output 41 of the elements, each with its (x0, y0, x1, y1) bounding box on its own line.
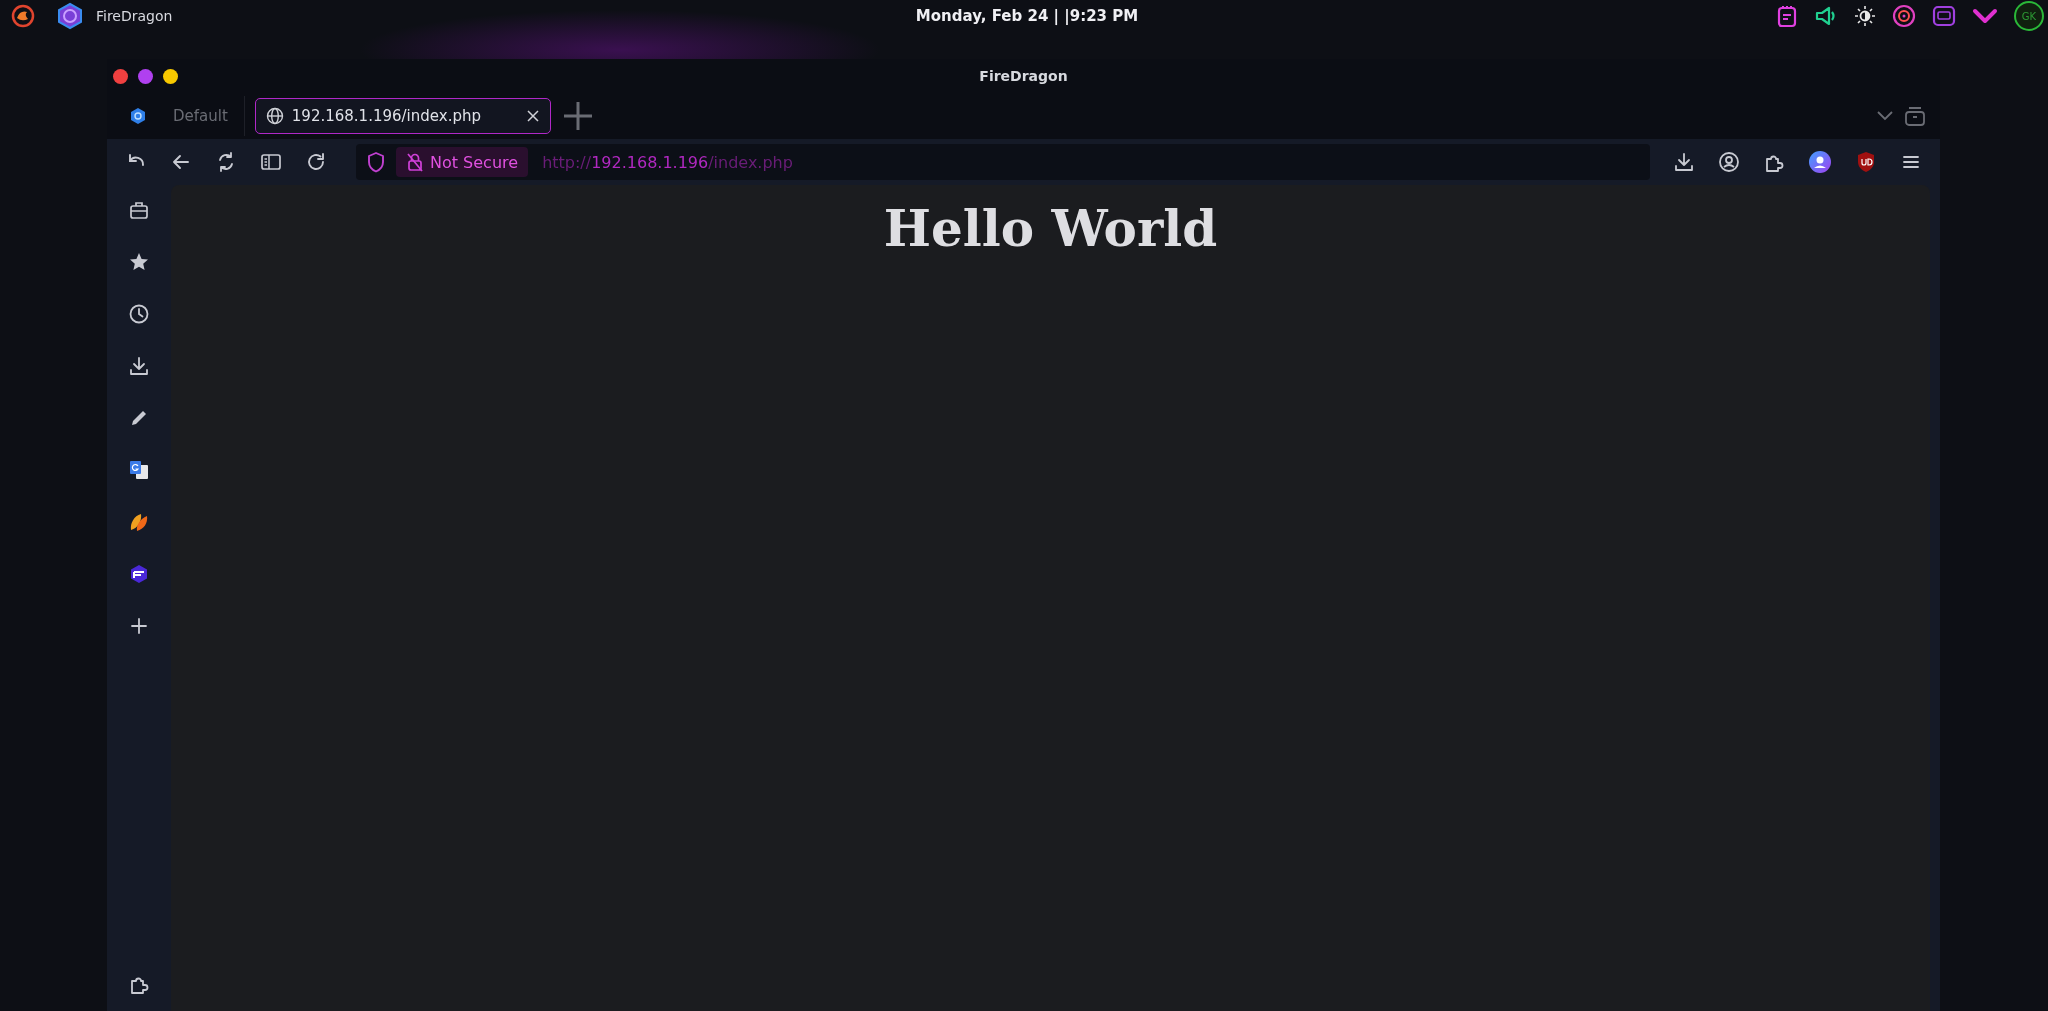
user-avatar[interactable]: GK (2014, 1, 2044, 31)
address-bar[interactable]: Not Secure http://192.168.1.196/index.php (356, 144, 1650, 180)
download-icon[interactable] (128, 355, 150, 377)
sidebar-toggle-icon[interactable] (260, 151, 282, 173)
reload-icon[interactable] (305, 151, 327, 173)
tab-group-button[interactable]: Default (123, 103, 234, 129)
briefcase-icon[interactable] (128, 199, 150, 221)
close-icon[interactable] (525, 109, 540, 123)
plus-icon[interactable] (128, 615, 150, 637)
hexagon-app-icon[interactable] (56, 2, 84, 30)
profile-icon[interactable] (1808, 150, 1832, 174)
browser-tab[interactable]: 192.168.1.196/index.php (254, 98, 551, 134)
tray-icon[interactable] (1904, 105, 1926, 127)
clock[interactable]: Monday, Feb 24 | |9:23 PM (915, 7, 1139, 25)
account-icon[interactable] (1718, 151, 1740, 173)
brightness-icon[interactable] (1854, 5, 1876, 27)
speaker-icon[interactable] (1814, 4, 1838, 28)
crossed-lock-icon (406, 152, 424, 172)
window-title: FireDragon (979, 68, 1068, 84)
chevron-down-icon[interactable] (1876, 110, 1894, 122)
leaf-icon[interactable] (128, 511, 150, 533)
notes-icon[interactable] (1776, 4, 1798, 28)
hexagon-extension-icon[interactable] (128, 563, 150, 585)
globe-icon (265, 107, 284, 125)
disc-icon[interactable] (1892, 4, 1916, 28)
maximize-window-button[interactable] (163, 69, 178, 84)
url-text[interactable]: http://192.168.1.196/index.php (542, 152, 793, 172)
download-icon[interactable] (1673, 151, 1695, 173)
page-heading: Hello World (883, 199, 1218, 258)
hexagon-icon (129, 107, 147, 125)
app-name: FireDragon (96, 8, 173, 24)
shield-extension-icon[interactable] (1855, 150, 1877, 174)
display-icon[interactable] (1932, 4, 1956, 28)
chevron-down-icon[interactable] (1972, 6, 1998, 26)
minimize-window-button[interactable] (138, 69, 153, 84)
not-secure-badge[interactable]: Not Secure (396, 147, 529, 177)
close-window-button[interactable] (113, 69, 128, 84)
translate-icon[interactable] (128, 459, 150, 481)
star-icon[interactable] (128, 251, 150, 273)
shield-icon[interactable] (366, 151, 386, 173)
clock-icon[interactable] (128, 303, 150, 325)
